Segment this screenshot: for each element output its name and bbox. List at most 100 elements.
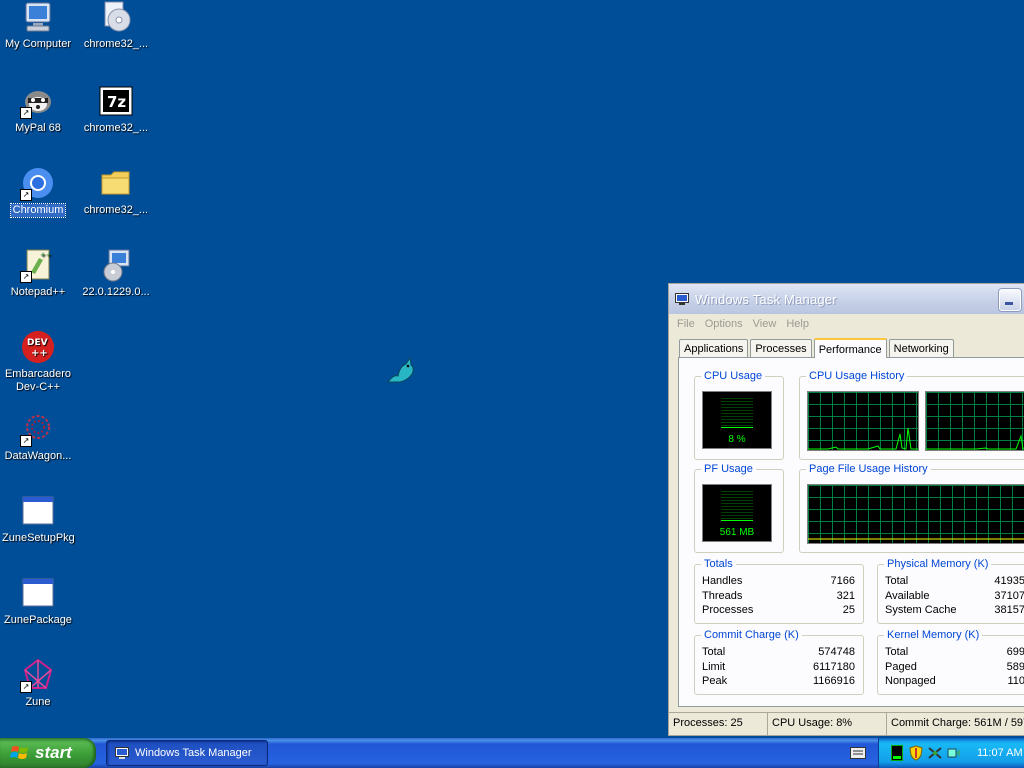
desktop-icon-zunepackage[interactable]: ZunePackage [0, 576, 76, 627]
windows-flag-icon [10, 743, 30, 763]
desktop-icon-label: chrome32_... [83, 38, 149, 50]
desktop-icon-zune[interactable]: ↗ Zune [0, 658, 76, 709]
cpu-meter-bars [721, 398, 753, 430]
cpu-usage-meter: 8 % [702, 391, 772, 449]
pf-usage-meter: 561 MB [702, 484, 772, 542]
tab-networking[interactable]: Networking [888, 339, 954, 357]
pf-meter-fill [721, 520, 753, 523]
kernel-memory-group: Kernel Memory (K) Total 699 Paged 589 No… [877, 629, 1024, 695]
status-commit-charge: Commit Charge: 561M / 597 [891, 717, 1024, 729]
shortcut-arrow-icon: ↗ [20, 107, 32, 119]
stat-value: 37107 [994, 590, 1024, 602]
desktop-icon-label: chrome32_... [83, 204, 149, 216]
cpu-usage-value: 8 % [728, 434, 746, 445]
desktop-icon-chromium[interactable]: ↗ Chromium [0, 166, 76, 218]
stat-row-kernel-paged: Paged 589 [885, 661, 1024, 673]
notepadpp-icon: ++ ↗ [20, 248, 55, 283]
keyboard-language-icon[interactable] [850, 747, 866, 759]
pf-history-line [808, 538, 1024, 540]
pf-history-group: Page File Usage History [799, 463, 1024, 553]
stat-value: 1166916 [812, 675, 855, 687]
desktop-icon-label: Notepad++ [10, 286, 66, 298]
desktop-icon-label: DataWagon... [4, 450, 72, 462]
stat-row-kernel-nonpaged: Nonpaged 110 [885, 675, 1024, 687]
menu-view[interactable]: View [753, 318, 777, 330]
desktop-icon-datawagon[interactable]: ↗ DataWagon... [0, 412, 76, 463]
taskbar-button-task-manager[interactable]: Windows Task Manager [106, 740, 268, 766]
desktop-icon-label: ZunePackage [4, 614, 72, 626]
dragon-desktop-pet-icon[interactable] [384, 354, 418, 388]
stat-value: 25 [842, 604, 855, 616]
desktop-icon-label: My Computer [4, 38, 72, 50]
desktop-icon-setup-package[interactable]: 22.0.1229.0... [78, 248, 154, 299]
desktop-icon-zunesetuppkg[interactable]: ZuneSetupPkg [0, 494, 76, 545]
security-shield-icon[interactable] [909, 745, 923, 761]
taskbar: start Windows Task Manager 11:07 AM [0, 738, 1024, 768]
cpu-history-group: CPU Usage History [799, 370, 1024, 460]
menu-file[interactable]: File [677, 318, 695, 330]
tab-applications[interactable]: Applications [679, 339, 749, 357]
stat-row-commit-total: Total 574748 [702, 646, 855, 658]
stat-value: 574748 [818, 646, 855, 658]
physical-memory-caption: Physical Memory (K) [884, 558, 992, 570]
desktop-icon-chrome32-installer[interactable]: chrome32_... [78, 0, 154, 51]
stat-label: Processes [702, 604, 754, 616]
chromium-icon: ↗ [20, 166, 55, 201]
desktop-icon-label: Chromium [9, 203, 67, 218]
shortcut-arrow-icon: ↗ [20, 271, 32, 283]
title-bar[interactable]: Windows Task Manager [669, 284, 1024, 314]
desktop-icon-notepadpp[interactable]: ++ ↗ Notepad++ [0, 248, 76, 299]
desktop-icon-label: Embarcadero Dev-C++ [4, 368, 72, 393]
stat-row-handles: Handles 7166 [702, 575, 855, 587]
cpu-meter-fill [721, 427, 753, 430]
desktop-icon-devcpp[interactable]: DEV ++ Embarcadero Dev-C++ [0, 330, 76, 394]
pf-history-graph [807, 484, 1024, 544]
menu-options[interactable]: Options [705, 318, 743, 330]
cpu-history-caption: CPU Usage History [806, 370, 908, 382]
tab-performance[interactable]: Performance [813, 338, 887, 358]
clock[interactable]: 11:07 AM [977, 747, 1023, 759]
connection-icon[interactable] [947, 746, 961, 760]
desktop-icon-my-computer[interactable]: My Computer [0, 0, 76, 51]
desktop-icon-mypal[interactable]: ↗ MyPal 68 [0, 84, 76, 135]
cpu-meter-tray-icon[interactable] [891, 745, 903, 761]
desktop-icon-label: 22.0.1229.0... [82, 286, 150, 298]
system-tray: 11:07 AM [878, 738, 1024, 768]
folder-icon [99, 166, 133, 200]
shortcut-arrow-icon: ↗ [20, 189, 32, 201]
start-button[interactable]: start [0, 738, 96, 768]
desktop-icon-chrome32-7z[interactable]: 7z chrome32_... [78, 84, 154, 135]
svg-text:++: ++ [40, 251, 52, 259]
stat-row-threads: Threads 321 [702, 590, 855, 602]
commit-charge-group: Commit Charge (K) Total 574748 Limit 611… [694, 629, 864, 695]
cpu-usage-group: CPU Usage 8 % [694, 370, 784, 460]
performance-panel: CPU Usage 8 % CPU Usage History PF Usage… [678, 357, 1024, 707]
task-manager-window[interactable]: Windows Task Manager File Options View H… [668, 283, 1024, 736]
desktop-icon-label: ZuneSetupPkg [2, 532, 75, 544]
stat-label: Nonpaged [885, 675, 936, 687]
zune-icon: ↗ [20, 658, 55, 693]
menu-help[interactable]: Help [786, 318, 809, 330]
cpu-usage-caption: CPU Usage [701, 370, 766, 382]
network-tools-icon[interactable] [927, 746, 943, 760]
physical-memory-group: Physical Memory (K) Total 41935 Availabl… [877, 558, 1024, 624]
cpu-history-graph-core1 [807, 391, 919, 451]
minimize-icon [1005, 302, 1013, 305]
cpu-history-line-core2 [926, 434, 1024, 450]
stat-row-phys-cache: System Cache 38157 [885, 604, 1024, 616]
desktop-icon-chrome32-folder[interactable]: chrome32_... [78, 166, 154, 217]
pf-history-caption: Page File Usage History [806, 463, 931, 475]
svg-text:DEV: DEV [27, 338, 48, 348]
start-label: start [35, 743, 72, 762]
minimize-button[interactable] [999, 289, 1021, 311]
stat-value: 110 [1007, 675, 1024, 687]
stat-label: Total [885, 575, 909, 587]
status-cpu-usage: CPU Usage: 8% [768, 713, 887, 735]
stat-label: Threads [702, 590, 743, 602]
desktop-icon-label: MyPal 68 [15, 122, 61, 134]
cpu-history-graph-core2 [925, 391, 1024, 451]
stat-value: 38157 [994, 604, 1024, 616]
stat-value: 41935 [994, 575, 1024, 587]
stat-row-processes: Processes 25 [702, 604, 855, 616]
tab-processes[interactable]: Processes [750, 339, 812, 357]
